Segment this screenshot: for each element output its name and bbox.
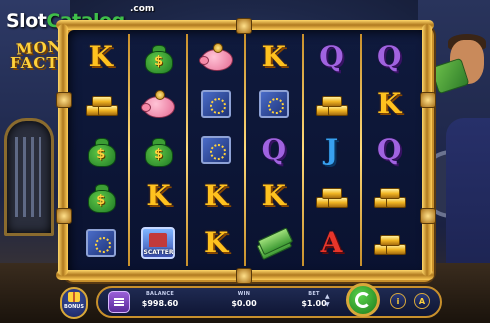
reel-cell	[72, 220, 130, 266]
piggy-bank-icon	[199, 43, 234, 72]
win-display: WIN $0.00	[231, 291, 257, 308]
spin-button[interactable]	[346, 283, 380, 317]
reel-cell	[187, 127, 245, 173]
reel-cell: SCATTER	[130, 220, 188, 266]
moneybag-icon: $	[143, 42, 174, 75]
pipe-right	[422, 24, 432, 276]
symbol-q: Q	[376, 40, 402, 74]
bonus-buy-button[interactable]: BONUS	[60, 287, 88, 319]
reel-cell	[72, 80, 130, 126]
gold-bars-icon	[372, 230, 407, 256]
piggy-bank-icon	[141, 89, 176, 118]
symbol-k: K	[376, 86, 402, 120]
vault-door-left	[4, 118, 54, 236]
reel-cell: K	[187, 173, 245, 219]
reel-cell: A	[303, 220, 361, 266]
symbol-k: K	[203, 225, 229, 259]
reel-cell: Q	[303, 34, 361, 80]
symbol-k: K	[203, 179, 229, 213]
symbol-q: Q	[376, 132, 402, 166]
symbol-a: A	[320, 225, 343, 259]
reel-cell	[187, 80, 245, 126]
reel-cell: Q	[360, 34, 418, 80]
menu-button[interactable]	[108, 291, 130, 313]
symbol-k: K	[146, 179, 171, 213]
reel-cell: Q	[245, 127, 303, 173]
info-button[interactable]: i	[390, 293, 406, 309]
moneybag-icon: $	[86, 135, 116, 167]
bet-increase-icon[interactable]: ▲	[325, 293, 331, 301]
reel-cell: K	[360, 80, 418, 126]
moneybag-icon: $	[143, 135, 174, 167]
cash-stack-icon	[254, 226, 294, 260]
symbol-q: Q	[261, 132, 287, 166]
reel-cell	[360, 173, 418, 219]
valve-top	[236, 18, 252, 34]
reel-cell	[303, 173, 361, 219]
reel-cell	[245, 80, 303, 126]
reel-cell: K	[245, 34, 303, 80]
valve-left-2	[56, 208, 72, 224]
gold-bars-icon	[314, 183, 349, 209]
hamburger-menu-icon	[114, 298, 124, 306]
safe-icon	[201, 89, 232, 118]
safe-icon	[85, 228, 116, 257]
reel-cell	[187, 34, 245, 80]
reel-cell	[360, 220, 418, 266]
gold-bars-icon	[372, 183, 407, 209]
reel-cell: K	[72, 34, 130, 80]
reel-cell: K	[187, 220, 245, 266]
symbol-q: Q	[319, 40, 344, 74]
gold-bars-icon	[84, 91, 118, 117]
gift-icon	[68, 292, 80, 302]
reel-cell: $	[130, 127, 188, 173]
safe-icon	[201, 135, 232, 164]
valve-bottom	[236, 268, 252, 284]
symbol-k: K	[88, 40, 113, 74]
moneybag-icon: $	[86, 181, 116, 214]
reel-grid: K $ K Q Q K $ $ Q J Q $ K K K SCATTER K A	[72, 34, 418, 266]
reel-cell	[245, 220, 303, 266]
reel-cell	[303, 80, 361, 126]
reel-cell: K	[130, 173, 188, 219]
pipe-left	[58, 24, 68, 276]
gold-bars-icon	[314, 91, 349, 117]
watermark-domain: .com	[130, 4, 155, 14]
valve-right-2	[420, 208, 436, 224]
valve-right-1	[420, 92, 436, 108]
reel-cell: $	[130, 34, 188, 80]
bet-stepper[interactable]: ▲ ▼	[325, 293, 331, 309]
spin-arrow-icon	[355, 292, 371, 308]
reel-cell: $	[72, 173, 130, 219]
safe-icon	[258, 89, 289, 118]
reel-cell: K	[245, 173, 303, 219]
reel-cell: Q	[360, 127, 418, 173]
bet-decrease-icon[interactable]: ▼	[325, 301, 331, 309]
scatter-icon: SCATTER	[141, 226, 176, 259]
reel-cell: J	[303, 127, 361, 173]
autoplay-button[interactable]: A	[414, 293, 430, 309]
symbol-k: K	[261, 179, 286, 213]
balance-display: BALANCE $998.60	[141, 291, 179, 308]
symbol-k: K	[261, 40, 286, 74]
valve-left-1	[56, 92, 72, 108]
symbol-j: J	[324, 132, 339, 166]
reel-cell: $	[72, 127, 130, 173]
scatter-label: SCATTER	[143, 248, 174, 256]
reel-cell	[130, 80, 188, 126]
bonus-label: BONUS	[64, 304, 84, 310]
bet-display[interactable]: BET $1.00	[300, 291, 328, 308]
